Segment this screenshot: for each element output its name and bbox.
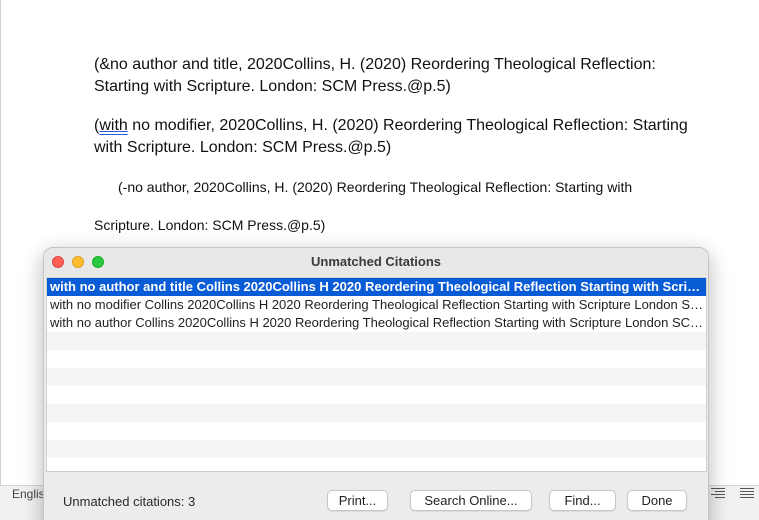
empty-list-row bbox=[47, 350, 706, 368]
unmatched-count-label: Unmatched citations: 3 bbox=[63, 494, 196, 509]
language-indicator[interactable]: Englis bbox=[12, 486, 45, 502]
align-right-icon[interactable] bbox=[711, 488, 725, 500]
search-online-button[interactable]: Search Online... bbox=[410, 490, 532, 511]
document-paragraph[interactable]: (with no modifier, 2020Collins, H. (2020… bbox=[94, 115, 704, 159]
empty-list-row bbox=[47, 386, 706, 404]
empty-list-row bbox=[47, 422, 706, 440]
paragraph-text: no modifier, 2020Collins, H. (2020) Reor… bbox=[94, 117, 688, 156]
empty-list-row bbox=[47, 368, 706, 386]
spellcheck-underlined-word[interactable]: with bbox=[99, 117, 127, 134]
empty-list-row bbox=[47, 332, 706, 350]
empty-list-row bbox=[47, 458, 706, 471]
empty-list-row bbox=[47, 440, 706, 458]
dialog-titlebar[interactable]: Unmatched Citations bbox=[44, 248, 708, 276]
document-left-edge bbox=[0, 0, 1, 485]
document-paragraph[interactable]: (&no author and title, 2020Collins, H. (… bbox=[94, 54, 704, 98]
unmatched-citations-dialog: Unmatched Citations with no author and t… bbox=[43, 247, 709, 520]
citation-list-item[interactable]: with no author Collins 2020Collins H 202… bbox=[47, 314, 706, 332]
citation-list-item[interactable]: with no author and title Collins 2020Col… bbox=[47, 278, 706, 296]
justify-icon[interactable] bbox=[740, 488, 754, 500]
document-paragraph[interactable]: (-no author, 2020Collins, H. (2020) Reor… bbox=[118, 176, 728, 198]
empty-list-row bbox=[47, 404, 706, 422]
document-paragraph[interactable]: Scripture. London: SCM Press.@p.5) bbox=[94, 214, 704, 236]
done-button[interactable]: Done bbox=[627, 490, 687, 511]
find-button[interactable]: Find... bbox=[549, 490, 616, 511]
print-button[interactable]: Print... bbox=[327, 490, 388, 511]
citation-list-item[interactable]: with no modifier Collins 2020Collins H 2… bbox=[47, 296, 706, 314]
dialog-title: Unmatched Citations bbox=[310, 254, 441, 269]
citation-list[interactable]: with no author and title Collins 2020Col… bbox=[46, 277, 707, 472]
